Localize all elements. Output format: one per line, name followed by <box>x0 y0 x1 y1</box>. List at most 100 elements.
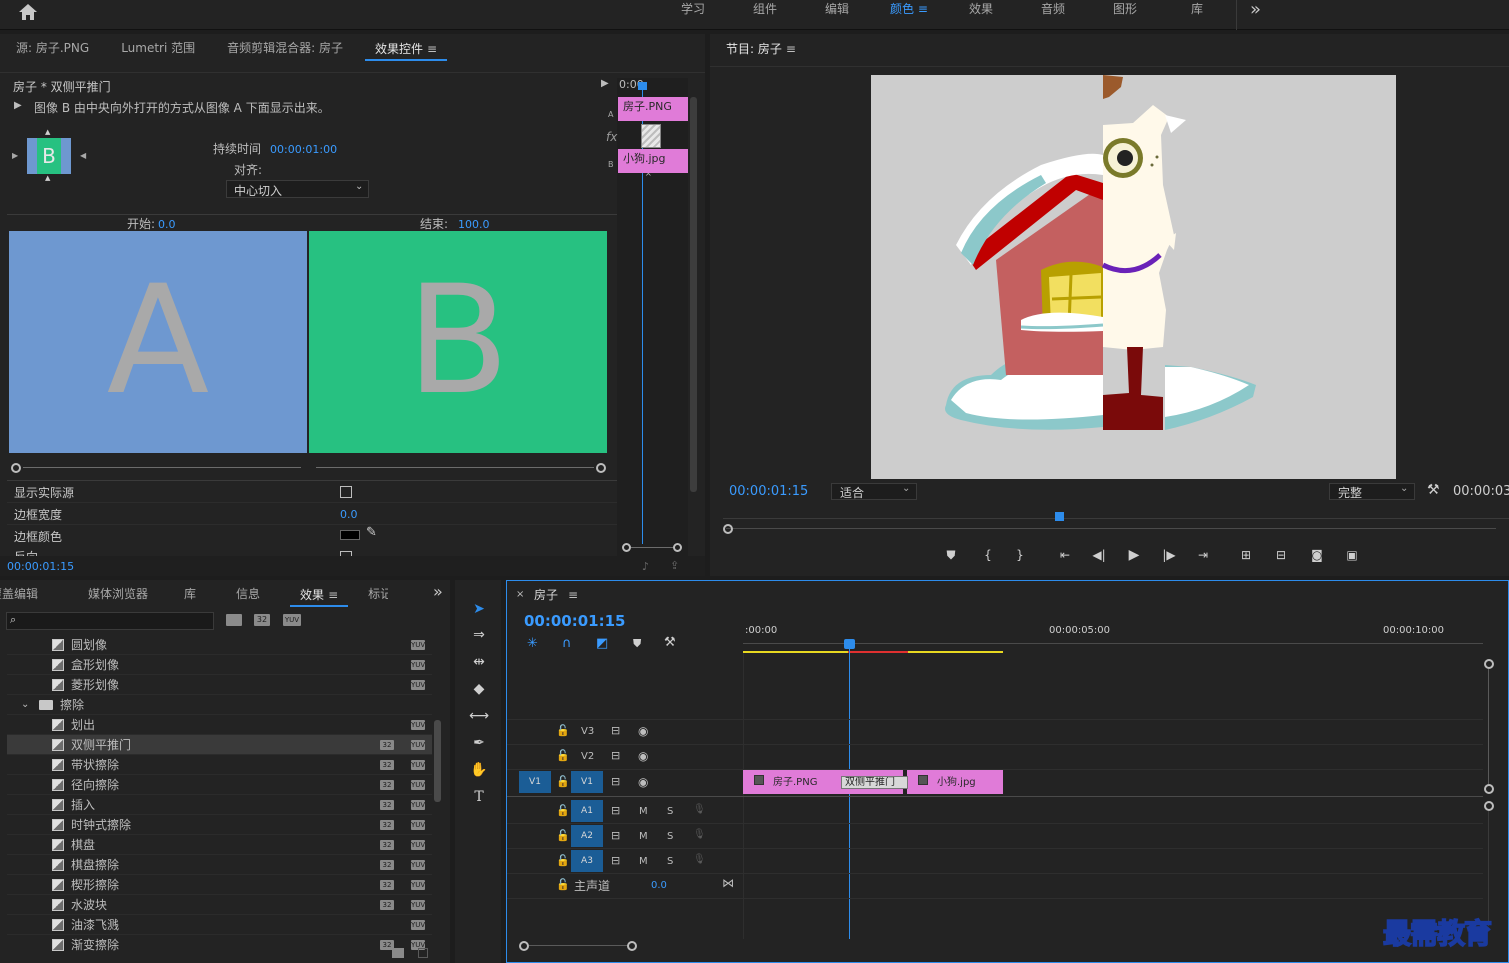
quality-dropdown[interactable]: 完整 ⌄ <box>1329 483 1415 500</box>
menu-icon[interactable]: ≡ <box>427 35 437 63</box>
align-dropdown[interactable]: 中心切入 ⌄ <box>226 180 369 198</box>
mini-transition[interactable] <box>641 124 661 148</box>
sync-lock-icon[interactable]: ⊟ <box>611 775 620 788</box>
thumb-down-arrow-icon[interactable]: ▲ <box>45 174 50 182</box>
tab-markers[interactable]: 标记 <box>358 580 388 608</box>
workspace-tab-libraries[interactable]: 库 <box>1161 0 1233 30</box>
lock-icon[interactable]: 🔓 <box>556 749 570 762</box>
solo-button[interactable]: S <box>667 831 673 842</box>
effect-item[interactable]: 菱形划像 YUV <box>7 675 432 695</box>
add-edit-icon[interactable]: ◩ <box>596 636 608 651</box>
mini-clip-b[interactable]: 小狗.jpg <box>618 149 688 173</box>
ripple-edit-tool-icon[interactable]: ⇹ <box>467 651 491 673</box>
track-label-v3[interactable]: V3 <box>581 726 594 737</box>
track-label-v2[interactable]: V2 <box>581 751 594 762</box>
eyedropper-icon[interactable]: ✎ <box>366 525 377 540</box>
settings-wrench-icon[interactable]: ⚒ <box>664 635 676 650</box>
timeline-transition[interactable]: 双侧平推门 <box>841 776 908 789</box>
eye-icon[interactable]: ◉ <box>638 724 648 738</box>
workspace-tab-audio[interactable]: 音频 <box>1017 0 1089 30</box>
track-target-v1[interactable]: V1 <box>571 771 603 793</box>
end-slider[interactable] <box>316 463 606 473</box>
step-back-icon[interactable]: ◀| <box>1089 547 1109 563</box>
lock-icon[interactable]: 🔓 <box>556 804 570 817</box>
linked-selection-icon[interactable]: ∩ <box>562 636 572 651</box>
yuv-filter-icon[interactable]: YUV <box>283 614 301 626</box>
effect-item[interactable]: 圆划像 YUV <box>7 635 432 655</box>
effect-item[interactable]: 双侧平推门 32 YUV <box>7 735 432 755</box>
lock-icon[interactable]: 🔓 <box>556 854 570 867</box>
duration-value[interactable]: 00:00:01:00 <box>270 143 337 156</box>
sync-lock-icon[interactable]: ⊟ <box>611 829 620 842</box>
mute-button[interactable]: M <box>639 856 648 867</box>
thumb-left-arrow-icon[interactable]: ▶ <box>12 151 18 160</box>
eye-icon[interactable]: ◉ <box>638 775 648 789</box>
border-width-value[interactable]: 0.0 <box>340 508 358 521</box>
sync-lock-icon[interactable]: ⊟ <box>611 724 620 737</box>
mic-icon[interactable]: 🎙 <box>693 829 706 840</box>
compare-icon[interactable]: ▣ <box>1342 547 1362 563</box>
lock-icon[interactable]: 🔓 <box>556 724 570 737</box>
tab-source[interactable]: 源: 房子.PNG <box>6 34 99 62</box>
timeline-zoom-bar[interactable] <box>519 941 639 951</box>
add-marker-icon[interactable]: ⛊ <box>941 547 961 563</box>
timeline-title[interactable]: 房子 ≡ <box>534 586 578 603</box>
chevron-down-icon[interactable]: ⌄ <box>21 695 29 715</box>
go-to-out-icon[interactable]: ⇥ <box>1193 547 1213 563</box>
tab-program[interactable]: 节目: 房子 ≡ <box>716 35 806 61</box>
go-to-edit-icon[interactable]: ⋈ <box>722 876 734 890</box>
menu-icon[interactable]: ≡ <box>568 588 578 602</box>
workspace-tab-color[interactable]: 颜色 ≡ <box>873 0 945 30</box>
tab-effect-controls[interactable]: 效果控件 ≡ <box>365 35 448 63</box>
mic-icon[interactable]: 🎙 <box>693 804 706 815</box>
mute-button[interactable]: M <box>639 806 648 817</box>
mini-scrollbar[interactable] <box>690 97 697 492</box>
program-scrubber[interactable] <box>723 510 1509 540</box>
audio-zoom-handle[interactable] <box>1484 801 1494 811</box>
effect-item[interactable]: 棋盘擦除 32 YUV <box>7 855 432 875</box>
effects-scrollbar[interactable] <box>434 720 441 802</box>
play-preview-icon[interactable]: ▶ <box>601 78 609 89</box>
extract-icon[interactable]: ⊟ <box>1271 547 1291 563</box>
track-target-a1[interactable]: A1 <box>571 800 603 822</box>
master-value[interactable]: 0.0 <box>651 880 667 891</box>
effect-item[interactable]: 划出 YUV <box>7 715 432 735</box>
menu-icon[interactable]: ≡ <box>328 581 338 609</box>
close-icon[interactable]: × <box>516 589 524 600</box>
step-forward-icon[interactable]: |▶ <box>1159 547 1179 563</box>
effect-item[interactable]: 楔形擦除 32 YUV <box>7 875 432 895</box>
thumb-up-arrow-icon[interactable]: ▲ <box>45 128 50 136</box>
type-tool-icon[interactable]: T <box>467 786 491 808</box>
effect-controls-timecode[interactable]: 00:00:01:15 <box>7 560 74 573</box>
effect-item[interactable]: 渐变擦除 32 YUV <box>7 935 432 953</box>
new-folder-icon[interactable] <box>392 948 404 958</box>
go-to-in-icon[interactable]: ⇤ <box>1055 547 1075 563</box>
mini-clip-a[interactable]: 房子.PNG <box>618 97 688 121</box>
delete-icon[interactable] <box>418 948 428 958</box>
add-marker-icon[interactable]: ⛊ <box>633 637 641 651</box>
effect-item[interactable]: 径向擦除 32 YUV <box>7 775 432 795</box>
effect-item[interactable]: 带状擦除 32 YUV <box>7 755 432 775</box>
start-slider[interactable] <box>11 463 301 473</box>
effect-item[interactable]: 插入 32 YUV <box>7 795 432 815</box>
program-frame[interactable] <box>871 75 1396 479</box>
snap-icon[interactable]: ✳ <box>527 636 538 651</box>
play-icon[interactable]: ▶ <box>1124 547 1144 563</box>
menu-icon[interactable]: ≡ <box>786 35 796 63</box>
effect-item[interactable]: 时钟式擦除 32 YUV <box>7 815 432 835</box>
track-target-a2[interactable]: A2 <box>571 825 603 847</box>
export-icon[interactable]: ⇪ <box>670 559 679 572</box>
workspace-tab-editing[interactable]: 编辑 <box>801 0 873 30</box>
camera-icon[interactable]: ◙ <box>1307 547 1327 563</box>
lift-icon[interactable]: ⊞ <box>1236 547 1256 563</box>
mark-out-icon[interactable]: } <box>1010 547 1030 563</box>
sync-lock-icon[interactable]: ⊟ <box>611 854 620 867</box>
effect-item[interactable]: 棋盘 32 YUV <box>7 835 432 855</box>
workspace-overflow-icon[interactable]: » <box>1250 0 1261 20</box>
tab-effects[interactable]: 效果 ≡ <box>290 581 349 609</box>
mark-in-icon[interactable]: { <box>978 547 998 563</box>
thumb-right-arrow-icon[interactable]: ◀ <box>80 151 86 160</box>
lock-icon[interactable]: 🔓 <box>556 829 570 842</box>
effect-item[interactable]: 盒形划像 YUV <box>7 655 432 675</box>
transition-thumbnail[interactable]: B <box>27 138 71 174</box>
